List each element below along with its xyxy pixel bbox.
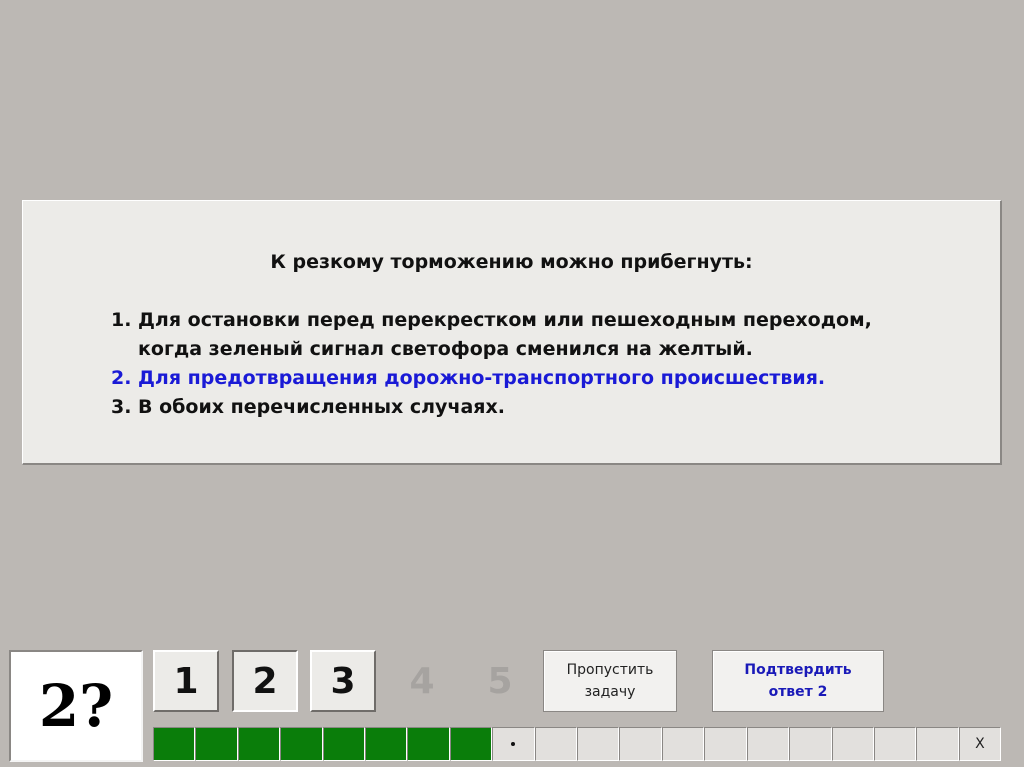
progress-segment-done: [365, 727, 408, 761]
answer-text: Для предотвращения дорожно-транспортного…: [138, 367, 826, 389]
progress-segment-done: [153, 727, 196, 761]
answer-button-2[interactable]: 2: [232, 650, 298, 712]
progress-segment-pending: [746, 727, 790, 761]
progress-segment-done: [195, 727, 238, 761]
progress-segment-pending: [661, 727, 705, 761]
progress-segment-done: [449, 727, 493, 761]
close-button[interactable]: X: [958, 727, 1002, 761]
answer-option-1: 1. Для остановки перед перекрестком или …: [111, 306, 872, 364]
answer-button-5-disabled: 5: [487, 660, 513, 702]
progress-segment-done: [407, 727, 450, 761]
answer-button-3[interactable]: 3: [310, 650, 376, 712]
question-panel: К резкому торможению можно прибегнуть: 1…: [22, 200, 1002, 465]
answer-text: Для остановки перед перекрестком или пеш…: [138, 309, 872, 360]
progress-segment-pending: [619, 727, 662, 761]
progress-segment-pending: [704, 727, 747, 761]
answer-number: 2.: [111, 367, 132, 389]
answer-number: 1.: [111, 309, 132, 331]
progress-segment-pending: [873, 727, 917, 761]
answer-number: 3.: [111, 396, 132, 418]
progress-segment-done: [322, 727, 366, 761]
progress-segment-pending: [534, 727, 578, 761]
answer-button-4-disabled: 4: [409, 660, 435, 702]
progress-segment-pending: [577, 727, 620, 761]
answer-button-1[interactable]: 1: [153, 650, 219, 712]
progress-segment-pending: [831, 727, 874, 761]
progress-bar: X: [153, 727, 1002, 761]
answer-option-3: 3. В обоих перечисленных случаях.: [111, 393, 872, 422]
answer-status-label: 2?: [38, 672, 114, 740]
confirm-answer-button[interactable]: Подтвердить ответ 2: [712, 650, 884, 712]
progress-segment-pending: [916, 727, 959, 761]
progress-segment-done: [280, 727, 323, 761]
answer-status-box: 2?: [9, 650, 143, 762]
current-marker-dot: [511, 742, 516, 746]
question-title: К резкому торможению можно прибегнуть:: [270, 251, 753, 273]
answer-list: 1. Для остановки перед перекрестком или …: [111, 306, 872, 422]
progress-segment-done: [237, 727, 281, 761]
progress-segment-pending: [789, 727, 832, 761]
answer-option-2: 2. Для предотвращения дорожно-транспортн…: [111, 364, 872, 393]
skip-question-button[interactable]: Пропустить задачу: [543, 650, 677, 712]
progress-segment-current: [492, 727, 535, 761]
answer-text: В обоих перечисленных случаях.: [138, 396, 505, 418]
